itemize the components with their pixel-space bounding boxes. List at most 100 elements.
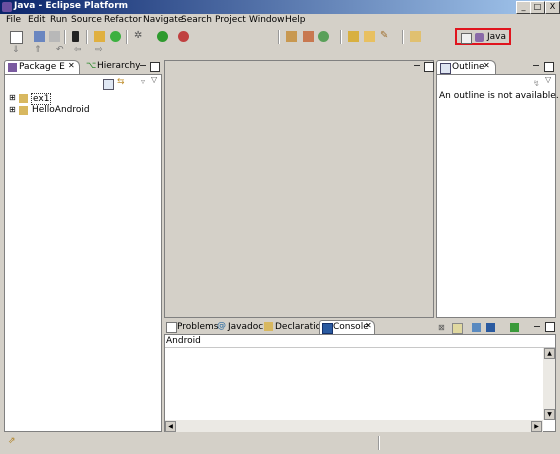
close-icon[interactable]: ✕ — [483, 61, 490, 70]
external-tools-icon[interactable] — [178, 31, 189, 42]
previous-annotation-icon[interactable]: ⇑ — [34, 45, 45, 56]
open-folder-icon[interactable] — [348, 31, 359, 42]
forward-icon[interactable]: ⇨ — [95, 45, 106, 56]
view-menu-chevron-icon[interactable]: ▽ — [151, 75, 160, 84]
collapse-all-icon[interactable] — [103, 79, 114, 90]
display-console-icon[interactable] — [486, 323, 495, 332]
close-icon[interactable]: ✕ — [68, 61, 75, 70]
save-icon[interactable] — [34, 31, 45, 42]
tab-problems-label: Problems — [177, 322, 219, 332]
open-task-icon[interactable] — [303, 31, 314, 42]
pin-console-icon[interactable] — [472, 323, 481, 332]
menu-source[interactable]: Source — [71, 15, 102, 25]
javadoc-icon: @ — [217, 321, 226, 331]
search-icon[interactable] — [318, 31, 329, 42]
fast-view-icon[interactable]: ⇗ — [8, 437, 17, 446]
link-with-editor-icon[interactable]: ⇆ — [117, 78, 126, 87]
last-edit-icon[interactable]: ↶ — [56, 45, 67, 56]
minimize-view-icon[interactable] — [534, 326, 540, 327]
scroll-left-icon[interactable]: ◀ — [165, 421, 176, 432]
editor-area — [164, 60, 434, 318]
problems-icon — [166, 322, 177, 333]
tab-console[interactable]: Console ✕ — [319, 320, 375, 334]
minimize-view-icon[interactable] — [140, 65, 146, 66]
maximize-view-icon[interactable] — [150, 62, 160, 72]
menu-navigate[interactable]: Navigate — [143, 15, 183, 25]
new-package-icon[interactable] — [94, 31, 105, 42]
tab-problems[interactable]: Problems — [164, 320, 218, 334]
project-folder-icon — [19, 106, 28, 115]
scroll-up-icon[interactable]: ▲ — [544, 348, 555, 359]
menu-run[interactable]: Run — [50, 15, 67, 25]
console-icon — [322, 323, 333, 334]
annotation-icon[interactable] — [410, 31, 421, 42]
console-view: Android ▲ ▼ ◀ ▶ — [164, 334, 556, 432]
menu-edit[interactable]: Edit — [28, 15, 45, 25]
scroll-down-icon[interactable]: ▼ — [544, 409, 555, 420]
print-icon[interactable] — [49, 31, 60, 42]
close-icon[interactable]: ✕ — [365, 321, 372, 330]
menu-help[interactable]: Help — [285, 15, 306, 25]
toolbar-separator — [64, 30, 66, 44]
minimize-editor-icon[interactable] — [414, 65, 420, 66]
minimize-button[interactable]: _ — [516, 1, 531, 14]
close-button[interactable]: X — [545, 1, 560, 14]
console-title: Android — [166, 336, 201, 346]
back-icon[interactable]: ⇦ — [74, 45, 85, 56]
minimize-view-icon[interactable] — [533, 65, 539, 66]
java-perspective-icon — [475, 33, 484, 42]
project-folder-icon — [19, 94, 28, 103]
tab-outline-label: Outline — [452, 62, 485, 72]
folder-icon[interactable] — [364, 31, 375, 42]
tab-declaration[interactable]: Declaration — [262, 320, 327, 334]
tree-item[interactable]: ⊞ ex1 — [9, 93, 89, 105]
maximize-view-icon[interactable] — [544, 62, 554, 72]
horizontal-scrollbar[interactable]: ◀ ▶ — [165, 420, 543, 432]
open-perspective-icon[interactable] — [461, 33, 472, 44]
title-bar[interactable]: Java - Eclipse Platform _ □ X — [0, 0, 560, 14]
vertical-scrollbar[interactable]: ▲ ▼ — [543, 348, 555, 420]
scroll-right-icon[interactable]: ▶ — [531, 421, 542, 432]
open-type-icon[interactable] — [286, 31, 297, 42]
expand-icon[interactable]: ⊞ — [9, 93, 16, 102]
tab-console-label: Console — [333, 322, 369, 332]
menu-search[interactable]: Search — [181, 15, 212, 25]
new-icon[interactable] — [10, 31, 23, 44]
toolbar-separator — [340, 30, 342, 44]
menu-refactor[interactable]: Refactor — [104, 15, 142, 25]
java-perspective-button[interactable]: Java — [455, 28, 511, 45]
tab-package-explorer[interactable]: Package E ✕ — [4, 60, 80, 74]
pencil-icon[interactable]: ✎ — [380, 31, 391, 42]
outline-message: An outline is not available. — [439, 91, 559, 101]
scroll-lock-icon[interactable] — [452, 323, 463, 334]
toolbar-separator — [86, 30, 88, 44]
tree-item[interactable]: ⊞ HelloAndroid — [9, 105, 109, 116]
sort-icon[interactable]: ↯ — [533, 79, 542, 88]
view-menu-icon[interactable]: ▿ — [141, 77, 150, 86]
tab-javadoc[interactable]: @ Javadoc — [215, 320, 263, 334]
open-console-icon[interactable] — [510, 323, 519, 332]
next-annotation-icon[interactable]: ⇓ — [12, 45, 23, 56]
tab-package-explorer-label: Package E — [19, 62, 65, 72]
tab-hierarchy[interactable]: ⌥ Hierarchy — [84, 60, 141, 74]
android-device-icon[interactable] — [72, 31, 79, 42]
maximize-editor-icon[interactable] — [424, 62, 434, 72]
menu-window[interactable]: Window — [249, 15, 285, 25]
view-menu-chevron-icon[interactable]: ▽ — [545, 75, 554, 84]
maximize-view-icon[interactable] — [545, 322, 555, 332]
divider — [165, 347, 555, 348]
toolbar-separator — [126, 30, 128, 44]
package-explorer-view: ⇆ ▿ ▽ ⊞ ex1 ⊞ HelloAndroid — [4, 74, 162, 432]
maximize-button[interactable]: □ — [530, 1, 545, 14]
eclipse-app-icon — [2, 2, 12, 12]
debug-icon[interactable]: ✲ — [134, 31, 145, 42]
menu-file[interactable]: File — [6, 15, 21, 25]
tab-outline[interactable]: Outline ✕ — [436, 60, 496, 74]
status-bar: ⇗ — [0, 433, 560, 454]
menu-project[interactable]: Project — [215, 15, 246, 25]
clear-console-icon[interactable]: ⊠ — [438, 323, 447, 332]
run-icon[interactable] — [157, 31, 168, 42]
expand-icon[interactable]: ⊞ — [9, 105, 16, 114]
new-class-icon[interactable] — [110, 31, 121, 42]
status-separator — [378, 436, 380, 450]
